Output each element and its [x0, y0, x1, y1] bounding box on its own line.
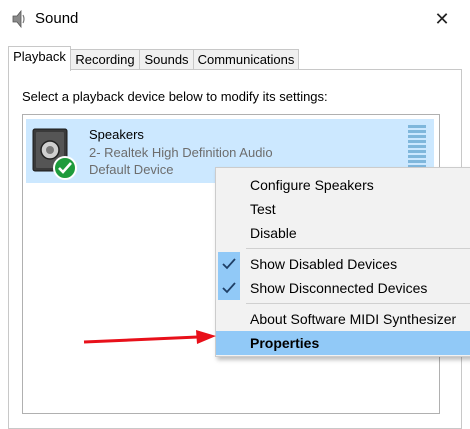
title-bar: Sound ✕	[0, 0, 470, 38]
close-button[interactable]: ✕	[424, 2, 460, 36]
checkmark-badge-icon	[53, 156, 77, 180]
tab-sounds[interactable]: Sounds	[139, 49, 194, 69]
device-name: Speakers	[89, 127, 144, 142]
context-menu: Configure Speakers Test Disable Show Dis…	[215, 167, 470, 357]
menu-separator	[246, 248, 470, 249]
menu-item-about-midi-synthesizer[interactable]: About Software MIDI Synthesizer	[216, 307, 470, 331]
instruction-text: Select a playback device below to modify…	[22, 89, 328, 104]
menu-item-configure-speakers[interactable]: Configure Speakers	[216, 173, 470, 197]
menu-item-properties[interactable]: Properties	[216, 331, 470, 355]
speaker-icon	[32, 128, 77, 180]
close-icon: ✕	[434, 8, 450, 29]
checkmark-icon	[218, 252, 240, 276]
tab-playback[interactable]: Playback	[8, 46, 71, 71]
menu-item-test[interactable]: Test	[216, 197, 470, 221]
device-description: 2- Realtek High Definition Audio	[89, 145, 273, 160]
checkmark-icon	[218, 276, 240, 300]
device-status: Default Device	[89, 162, 174, 177]
menu-item-disable[interactable]: Disable	[216, 221, 470, 245]
menu-item-show-disabled-devices[interactable]: Show Disabled Devices	[216, 252, 470, 276]
menu-item-show-disconnected-devices[interactable]: Show Disconnected Devices	[216, 276, 470, 300]
red-arrow-annotation-icon	[83, 330, 216, 344]
window-title: Sound	[35, 10, 79, 27]
sound-app-icon	[12, 9, 25, 29]
tab-communications[interactable]: Communications	[193, 49, 299, 69]
tab-recording[interactable]: Recording	[70, 49, 140, 69]
menu-separator	[246, 303, 470, 304]
